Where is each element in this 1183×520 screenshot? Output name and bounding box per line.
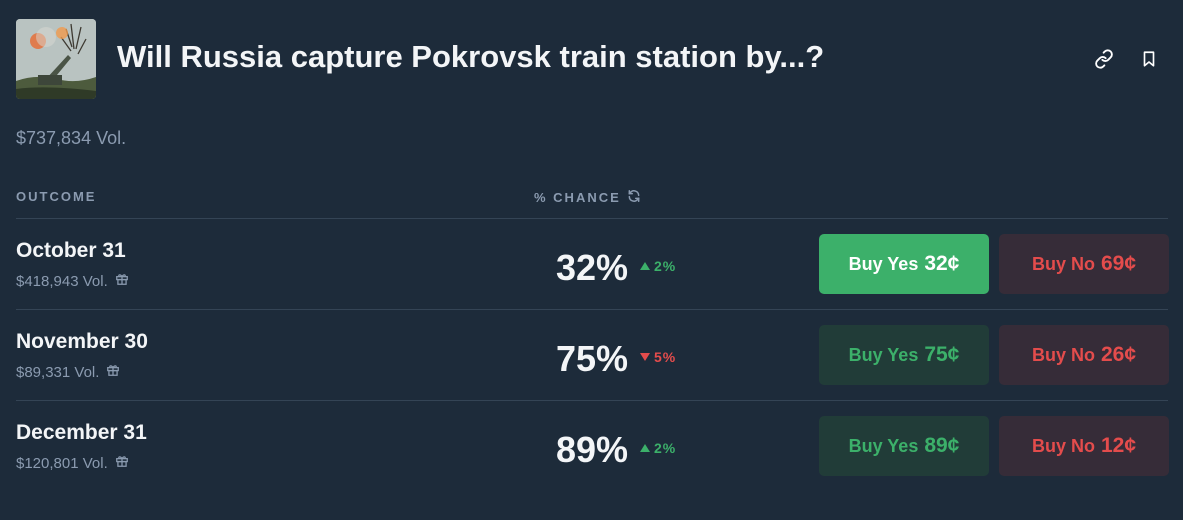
column-header-outcome: OUTCOME bbox=[16, 189, 97, 204]
buy-yes-price: 32¢ bbox=[924, 252, 960, 275]
page-title: Will Russia capture Pokrovsk train stati… bbox=[117, 39, 825, 74]
buy-no-label: Buy No bbox=[1031, 253, 1095, 274]
outcome-change-value: 5% bbox=[654, 349, 677, 365]
gift-icon[interactable] bbox=[106, 363, 120, 381]
bookmark-icon[interactable] bbox=[1138, 48, 1160, 70]
outcome-row-december-31[interactable]: December 31 $120,801 Vol. 89% 2% Buy Yes… bbox=[0, 401, 1183, 491]
buy-no-button[interactable]: Buy No 69¢ bbox=[999, 234, 1169, 294]
buy-yes-button[interactable]: Buy Yes 32¢ bbox=[819, 234, 989, 294]
column-header-chance: % CHANCE bbox=[534, 189, 641, 206]
outcome-change: 5% bbox=[640, 349, 676, 365]
outcome-name: October 31 bbox=[16, 239, 126, 262]
outcome-chance: 75% bbox=[556, 338, 629, 379]
buy-no-label: Buy No bbox=[1031, 435, 1095, 456]
buy-yes-label: Buy Yes bbox=[848, 435, 919, 456]
buy-yes-price: 89¢ bbox=[924, 434, 960, 457]
outcome-name: November 30 bbox=[16, 330, 148, 353]
link-icon[interactable] bbox=[1093, 48, 1115, 70]
outcome-volume-text: $418,943 Vol. bbox=[16, 272, 108, 290]
buy-yes-button[interactable]: Buy Yes 89¢ bbox=[819, 416, 989, 476]
outcome-change: 2% bbox=[640, 258, 676, 274]
outcome-chance: 89% bbox=[556, 429, 629, 470]
outcome-volume-text: $120,801 Vol. bbox=[16, 454, 108, 472]
outcome-change-value: 2% bbox=[654, 440, 677, 456]
gift-icon[interactable] bbox=[115, 454, 129, 472]
triangle-down-icon bbox=[640, 353, 650, 361]
triangle-up-icon bbox=[640, 444, 650, 452]
outcome-chance: 32% bbox=[556, 247, 629, 288]
market-page: Will Russia capture Pokrovsk train stati… bbox=[0, 0, 1183, 520]
buy-yes-label: Buy Yes bbox=[848, 253, 919, 274]
triangle-up-icon bbox=[640, 262, 650, 270]
market-thumbnail bbox=[16, 19, 96, 99]
outcome-change: 2% bbox=[640, 440, 676, 456]
outcome-change-value: 2% bbox=[654, 258, 677, 274]
buy-no-price: 12¢ bbox=[1100, 434, 1137, 457]
outcome-row-november-30[interactable]: November 30 $89,331 Vol. 75% 5% Buy Yes … bbox=[0, 310, 1183, 400]
outcome-volume: $418,943 Vol. bbox=[16, 272, 129, 290]
buy-yes-button[interactable]: Buy Yes 75¢ bbox=[819, 325, 989, 385]
buy-no-button[interactable]: Buy No 26¢ bbox=[999, 325, 1169, 385]
outcome-row-october-31[interactable]: October 31 $418,943 Vol. 32% 2% Buy Yes … bbox=[0, 219, 1183, 309]
market-volume: $737,834 Vol. bbox=[16, 128, 127, 148]
buy-no-price: 69¢ bbox=[1100, 252, 1137, 275]
column-header-chance-label: % CHANCE bbox=[534, 190, 621, 205]
buy-no-price: 26¢ bbox=[1100, 343, 1137, 366]
outcome-name: December 31 bbox=[16, 421, 147, 444]
outcome-volume: $89,331 Vol. bbox=[16, 363, 120, 381]
buy-no-button[interactable]: Buy No 12¢ bbox=[999, 416, 1169, 476]
buy-yes-label: Buy Yes bbox=[848, 344, 919, 365]
outcome-volume-text: $89,331 Vol. bbox=[16, 363, 100, 381]
outcome-volume: $120,801 Vol. bbox=[16, 454, 129, 472]
refresh-icon[interactable] bbox=[627, 189, 641, 206]
buy-yes-price: 75¢ bbox=[924, 343, 960, 366]
gift-icon[interactable] bbox=[115, 272, 129, 290]
buy-no-label: Buy No bbox=[1031, 344, 1095, 365]
